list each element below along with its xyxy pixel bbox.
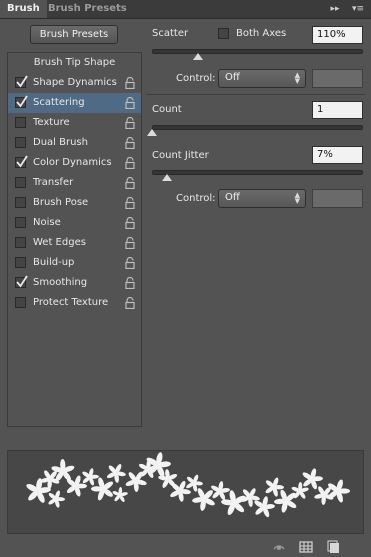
lock-icon[interactable] xyxy=(125,117,135,129)
count-value-field[interactable]: 1 xyxy=(312,101,363,119)
lock-icon[interactable] xyxy=(125,217,135,229)
option-label: Wet Edges xyxy=(33,237,86,248)
double-arrow-icon[interactable]: ▸▸ xyxy=(328,3,342,15)
toggle-preview-icon[interactable] xyxy=(272,540,286,554)
select-value: Off xyxy=(225,192,240,203)
count-label: Count xyxy=(152,104,182,115)
lock-icon[interactable] xyxy=(125,77,135,89)
up-down-arrows-icon: ▲ ▼ xyxy=(294,71,300,85)
option-label: Noise xyxy=(33,217,61,228)
option-smoothing[interactable]: Smoothing xyxy=(8,273,141,293)
scatter-label: Scatter xyxy=(152,28,189,39)
checkbox[interactable] xyxy=(15,95,28,108)
lock-icon[interactable] xyxy=(125,177,135,189)
option-texture[interactable]: Texture xyxy=(8,113,141,133)
tab-brush-presets[interactable]: Brush Presets xyxy=(41,0,134,18)
count-jitter-value-field[interactable]: 7% xyxy=(312,146,363,164)
scatter-jitter-field xyxy=(312,69,363,88)
option-label: Build-up xyxy=(33,257,75,268)
lock-icon[interactable] xyxy=(125,237,135,249)
select-value: Off xyxy=(225,72,240,83)
checkbox[interactable] xyxy=(15,177,26,188)
checkbox[interactable] xyxy=(15,237,26,248)
grid-icon[interactable] xyxy=(299,540,313,554)
checkbox[interactable] xyxy=(15,297,26,308)
option-label: Brush Pose xyxy=(33,197,89,208)
brush-tip-shape-item[interactable]: Brush Tip Shape xyxy=(8,53,141,73)
scatter-value-field[interactable]: 110% xyxy=(312,26,363,44)
option-label: Color Dynamics xyxy=(33,157,112,168)
option-protect-texture[interactable]: Protect Texture xyxy=(8,293,141,313)
option-transfer[interactable]: Transfer xyxy=(8,173,141,193)
count-jitter-control-select[interactable]: Off ▲ ▼ xyxy=(218,189,306,208)
scatter-control-select[interactable]: Off ▲ ▼ xyxy=(218,69,306,88)
lock-icon[interactable] xyxy=(125,157,135,169)
option-label: Scattering xyxy=(33,97,85,108)
option-label: Smoothing xyxy=(33,277,88,288)
checkbox[interactable] xyxy=(15,257,26,268)
lock-icon[interactable] xyxy=(125,97,135,109)
count-slider-thumb[interactable] xyxy=(147,129,157,136)
both-axes-label: Both Axes xyxy=(236,28,287,39)
option-shape-dynamics[interactable]: Shape Dynamics xyxy=(8,73,141,93)
option-wet-edges[interactable]: Wet Edges xyxy=(8,233,141,253)
tab-brush[interactable]: Brush xyxy=(0,0,47,18)
brush-stroke-graphic xyxy=(22,449,350,521)
divider xyxy=(146,94,365,95)
lock-icon[interactable] xyxy=(125,137,135,149)
checkbox[interactable] xyxy=(15,117,26,128)
option-label: Dual Brush xyxy=(33,137,88,148)
panel-menu-icon[interactable]: ▾≡ xyxy=(350,3,366,15)
option-dual-brush[interactable]: Dual Brush xyxy=(8,133,141,153)
checkbox[interactable] xyxy=(15,197,26,208)
checkbox[interactable] xyxy=(15,275,28,288)
lock-icon[interactable] xyxy=(125,257,135,269)
new-preset-icon[interactable] xyxy=(327,540,341,554)
lock-icon[interactable] xyxy=(125,297,135,309)
count-slider-track[interactable] xyxy=(152,125,363,130)
option-label: Shape Dynamics xyxy=(33,77,117,88)
count-jitter-slider-track[interactable] xyxy=(152,170,363,175)
checkbox[interactable] xyxy=(15,217,26,228)
option-brush-pose[interactable]: Brush Pose xyxy=(8,193,141,213)
brush-stroke-preview xyxy=(7,449,364,534)
option-scattering[interactable]: Scattering xyxy=(8,93,141,113)
option-noise[interactable]: Noise xyxy=(8,213,141,233)
option-label: Transfer xyxy=(33,177,74,188)
scatter-control-label: Control: xyxy=(176,73,216,84)
scatter-slider-track[interactable] xyxy=(152,49,363,54)
count-jitter-extra-field xyxy=(312,189,363,208)
lock-icon[interactable] xyxy=(125,277,135,289)
count-jitter-slider-thumb[interactable] xyxy=(161,174,172,181)
both-axes-checkbox[interactable] xyxy=(218,28,229,39)
option-build-up[interactable]: Build-up xyxy=(8,253,141,273)
checkbox[interactable] xyxy=(15,155,28,168)
option-color-dynamics[interactable]: Color Dynamics xyxy=(8,153,141,173)
scatter-slider-thumb[interactable] xyxy=(193,53,204,60)
count-jitter-control-label: Control: xyxy=(176,193,216,204)
up-down-arrows-icon: ▲ ▼ xyxy=(294,191,300,205)
option-label: Texture xyxy=(33,117,70,128)
checkbox[interactable] xyxy=(15,75,28,88)
lock-icon[interactable] xyxy=(125,197,135,209)
option-label: Protect Texture xyxy=(33,297,109,308)
count-jitter-label: Count Jitter xyxy=(152,150,209,161)
brush-presets-button[interactable]: Brush Presets xyxy=(30,25,118,44)
checkbox[interactable] xyxy=(15,137,26,148)
